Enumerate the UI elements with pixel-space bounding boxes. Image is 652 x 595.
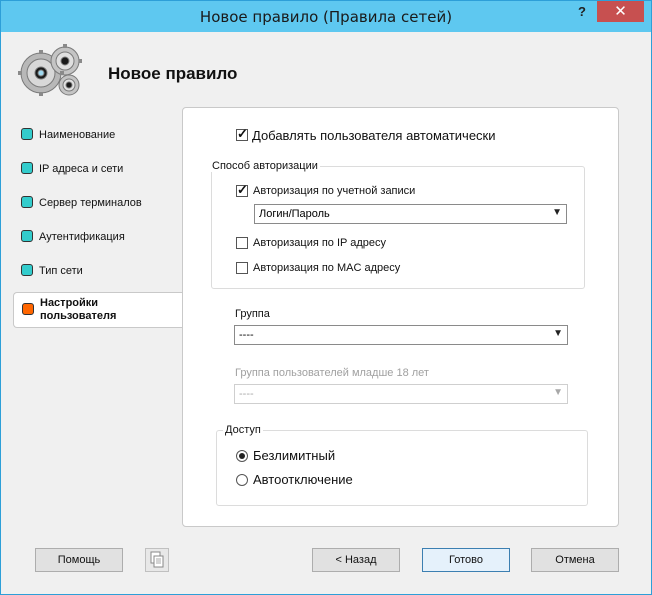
nav-item-ip-networks[interactable]: IP адреса и сети [13,154,183,188]
window-title: Новое правило (Правила сетей) [199,8,453,26]
access-group-title: Доступ [223,424,263,436]
cancel-button[interactable]: Отмена [531,548,619,572]
group-label: Группа [235,308,270,320]
gears-logo-icon [18,44,82,96]
chevron-down-icon: ▼ [552,207,562,218]
chevron-down-icon: ▼ [553,328,563,339]
access-unlimited-label: Безлимитный [253,448,336,463]
access-group: Доступ Безлимитный Автоотключение [216,424,588,506]
minor-group-label: Группа пользователей младше 18 лет [235,367,429,379]
nav-square-icon [21,162,33,174]
minor-group-select[interactable]: ---- ▼ [234,384,568,404]
group-select[interactable]: ---- ▼ [234,325,568,345]
header-title: Новое правило [108,64,238,83]
nav-item-label: Наименование [39,129,116,141]
auto-add-checkbox[interactable] [236,126,248,142]
auth-method-select[interactable]: Логин/Пароль ▼ [254,204,567,224]
copy-icon [150,551,164,568]
nav-square-icon [21,128,33,140]
nav-item-network-type[interactable]: Тип сети [13,256,183,290]
auth-ip-label: Авторизация по IP адресу [253,237,387,249]
auth-method-group-title: Способ авторизации [210,160,320,172]
nav-item-name[interactable]: Наименование [13,120,183,154]
group-value: ---- [239,329,254,341]
minor-group-value: ---- [239,388,254,400]
dialog-window: Новое правило (Правила сетей) ? ✕ Новое … [0,0,652,595]
nav-item-label: Тип сети [39,265,83,277]
nav-item-label: Настройки пользователя [40,297,117,322]
auto-add-label: Добавлять пользователя автоматически [252,128,496,143]
title-bar[interactable]: Новое правило (Правила сетей) ? ✕ [1,1,651,32]
access-autooff-label: Автоотключение [253,472,353,487]
auth-method-group: Способ авторизации Авторизация по учетно… [210,160,585,289]
nav-square-icon [21,264,33,276]
access-unlimited-radio[interactable] [236,450,248,462]
nav-square-icon [21,196,33,208]
done-button[interactable]: Готово [422,548,510,572]
auth-ip-checkbox[interactable] [236,237,248,249]
help-button[interactable]: Помощь [35,548,123,572]
nav-item-label: IP адреса и сети [39,163,124,175]
wizard-nav: Наименование IP адреса и сети Сервер тер… [13,120,183,328]
nav-item-authentication[interactable]: Аутентификация [13,222,183,256]
nav-item-user-settings[interactable]: Настройки пользователя [13,292,183,328]
nav-square-active-icon [22,303,34,315]
header-area: Новое правило [1,32,651,104]
auth-account-label: Авторизация по учетной записи [253,185,416,197]
chevron-down-icon: ▼ [553,387,563,398]
auth-account-checkbox[interactable] [236,182,248,198]
auth-mac-label: Авторизация по MAC адресу [253,262,401,274]
close-button[interactable]: ✕ [597,1,644,22]
nav-item-terminal-server[interactable]: Сервер терминалов [13,188,183,222]
back-button[interactable]: < Назад [312,548,400,572]
nav-square-icon [21,230,33,242]
help-title-button[interactable]: ? [569,1,595,22]
copy-button[interactable] [145,548,169,572]
settings-panel: Добавлять пользователя автоматически Спо… [182,107,619,527]
nav-item-label: Аутентификация [39,231,125,243]
auth-mac-checkbox[interactable] [236,262,248,274]
access-autooff-radio[interactable] [236,474,248,486]
auth-method-value: Логин/Пароль [259,208,330,220]
nav-item-label: Сервер терминалов [39,197,142,209]
